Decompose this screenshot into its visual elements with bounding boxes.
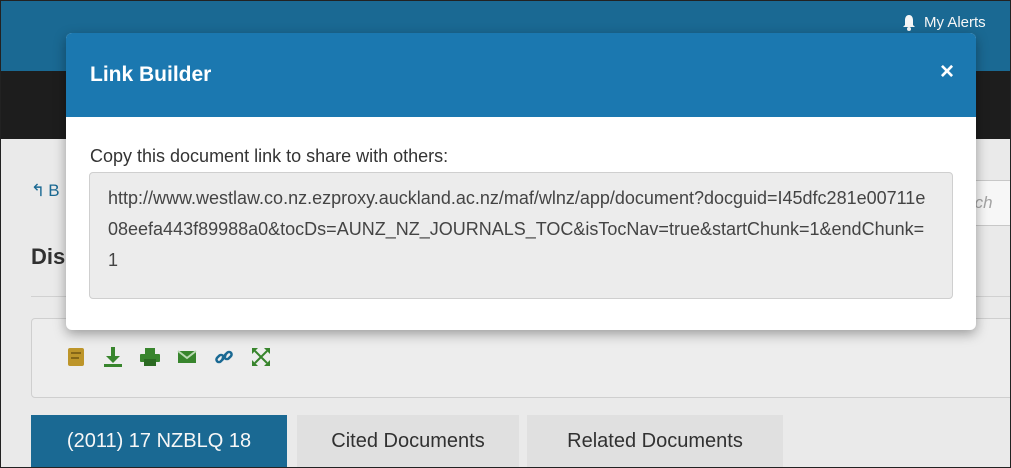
link-instruction: Copy this document link to share with ot…: [90, 146, 449, 166]
close-icon[interactable]: ×: [940, 60, 954, 84]
modal-header: Link Builder ×: [66, 33, 976, 117]
document-link-field[interactable]: http://www.westlaw.co.nz.ezproxy.aucklan…: [89, 172, 953, 299]
modal-title: Link Builder: [90, 63, 212, 86]
link-builder-modal: Link Builder × Copy this document link t…: [66, 33, 976, 330]
